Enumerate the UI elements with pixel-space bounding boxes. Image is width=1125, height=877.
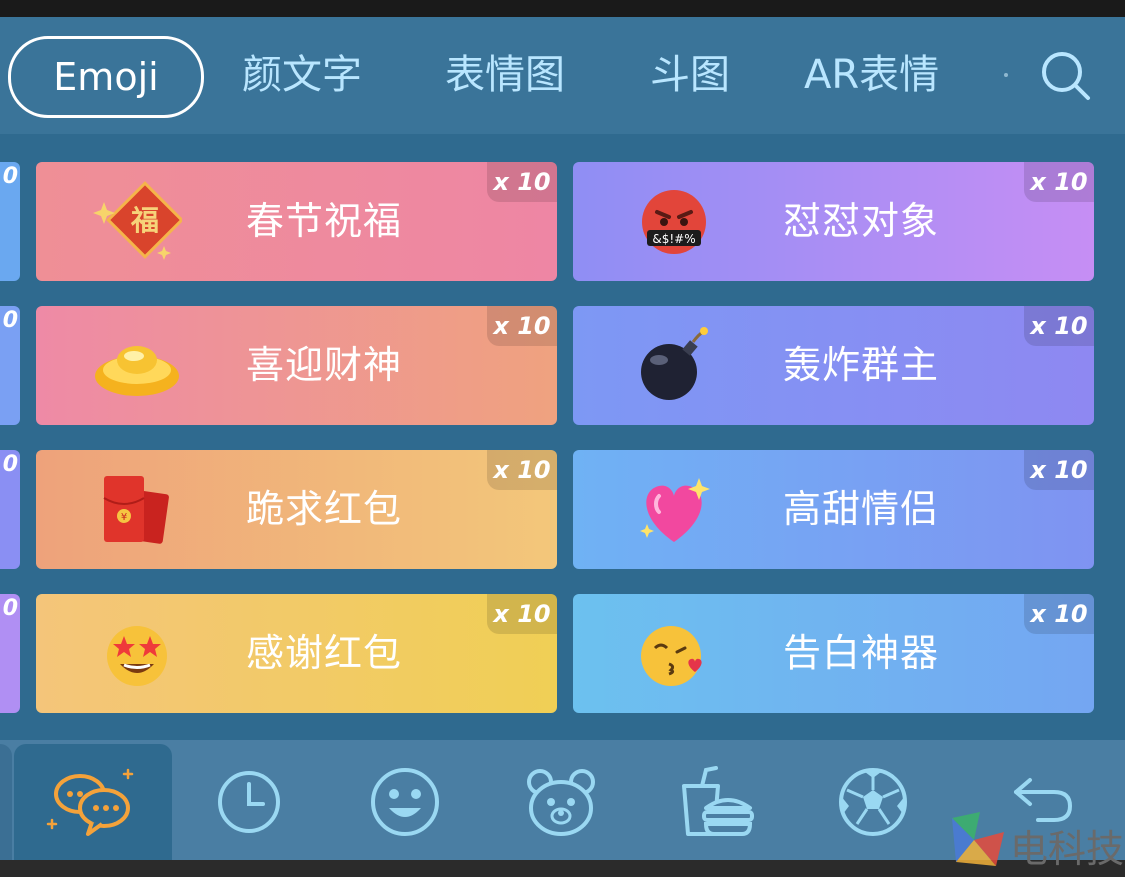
emoji-pack-card[interactable]: 喜迎财神 x 10: [36, 306, 557, 425]
gold-ingot-icon: [95, 346, 179, 396]
svg-text:¥: ¥: [121, 512, 127, 523]
watermark-text: 电科技: [1010, 827, 1125, 871]
count-badge: x 10: [487, 450, 557, 490]
svg-text:&$!#%: &$!#%: [652, 232, 695, 246]
count-badge: x 10: [487, 162, 557, 202]
soccer-ball-icon[interactable]: [837, 766, 909, 838]
bear-icon[interactable]: [524, 766, 598, 838]
partial-card[interactable]: 0: [0, 450, 20, 569]
tab-emoji[interactable]: Emoji: [8, 36, 204, 118]
tab-meme[interactable]: 斗图: [650, 47, 730, 103]
tab-divider: [1004, 73, 1008, 77]
emoji-pack-card[interactable]: 轰炸群主 x 10: [573, 306, 1094, 425]
card-title: 怼怼对象: [783, 199, 940, 243]
star-struck-face-icon: [107, 626, 167, 686]
card-title: 轰炸群主: [783, 343, 940, 387]
card-title: 春节祝福: [246, 199, 403, 243]
count-badge: x 10: [1024, 450, 1094, 490]
chat-bubbles-icon[interactable]: [44, 764, 142, 838]
emoji-pack-card[interactable]: 高甜情侣 x 10: [573, 450, 1094, 569]
tab-kaomoji[interactable]: 颜文字: [242, 47, 362, 103]
fortune-diamond-icon: 福: [93, 181, 182, 260]
emoji-pack-card[interactable]: 感谢红包 x 10: [36, 594, 557, 713]
emoji-pack-grid: 0 0 0 0 福 春节祝福 x 10 &$!#% 怼怼对象 x 10 喜迎财神…: [0, 134, 1125, 740]
card-title: 跪求红包: [246, 487, 403, 531]
smiley-icon[interactable]: [369, 766, 441, 838]
count-badge: x 10: [487, 306, 557, 346]
count-badge: x 10: [1024, 594, 1094, 634]
card-title: 告白神器: [783, 631, 940, 675]
red-envelope-icon: ¥: [103, 476, 169, 544]
clock-icon[interactable]: [217, 770, 281, 834]
card-title: 高甜情侣: [783, 487, 940, 531]
card-title: 喜迎财神: [246, 343, 403, 387]
status-strip: [0, 0, 1125, 17]
bomb-icon: [641, 327, 708, 400]
swearing-face-icon: &$!#%: [642, 190, 706, 254]
emoji-pack-card[interactable]: 福 春节祝福 x 10: [36, 162, 557, 281]
svg-text:福: 福: [130, 204, 159, 237]
food-icon[interactable]: [680, 764, 754, 838]
sparkling-heart-icon: [640, 478, 710, 542]
kissing-face-icon: [641, 626, 702, 686]
emoji-pack-card[interactable]: 告白神器 x 10: [573, 594, 1094, 713]
card-title: 感谢红包: [246, 631, 403, 675]
search-icon[interactable]: [1040, 50, 1092, 102]
bottom-bar-edge: [0, 744, 12, 860]
emoji-pack-card[interactable]: ¥ 跪求红包 x 10: [36, 450, 557, 569]
tab-ar-emoji[interactable]: AR表情: [804, 47, 939, 103]
partial-card[interactable]: 0: [0, 306, 20, 425]
count-badge: x 10: [1024, 306, 1094, 346]
partial-card[interactable]: 0: [0, 594, 20, 713]
partial-card[interactable]: 0: [0, 162, 20, 281]
count-badge: x 10: [487, 594, 557, 634]
count-badge: x 10: [1024, 162, 1094, 202]
tab-sticker[interactable]: 表情图: [445, 47, 565, 103]
emoji-pack-card[interactable]: &$!#% 怼怼对象 x 10: [573, 162, 1094, 281]
